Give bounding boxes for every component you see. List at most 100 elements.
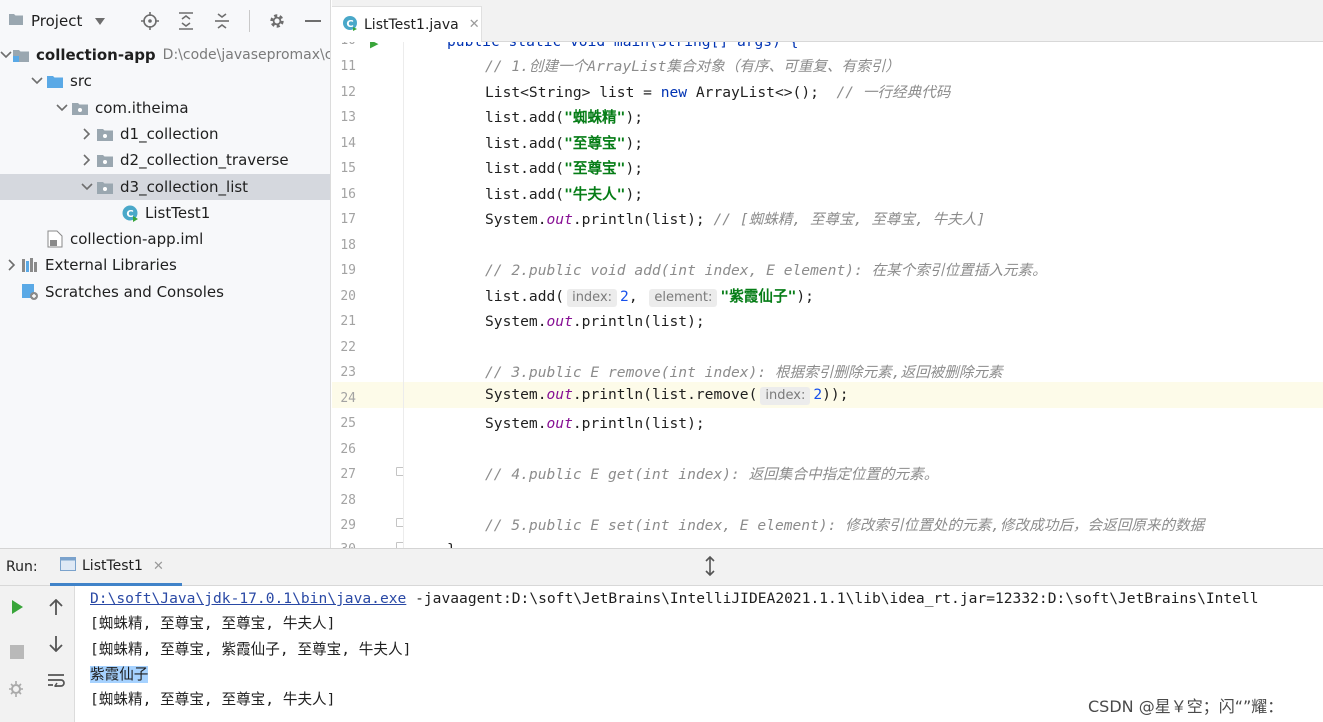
arrow-up-icon[interactable] — [45, 596, 67, 618]
tree-item[interactable]: d2_collection_traverse — [0, 147, 330, 173]
expand-all-icon[interactable] — [175, 10, 197, 32]
tree-item-label: ListTest1 — [145, 203, 211, 222]
tree-item-label: d2_collection_traverse — [120, 151, 289, 170]
java-class-icon: C — [121, 204, 139, 222]
tree-item[interactable]: collection-app D:\code\javasepromax\c — [0, 42, 330, 68]
line-number: 20 — [340, 288, 356, 304]
tree-item-label: collection-app.iml — [70, 230, 204, 249]
line-number: 30 — [332, 537, 356, 548]
tree-arrow-spacer — [3, 283, 21, 301]
code-line-20: list.add(index: 2, element: "紫霞仙子"); — [485, 287, 814, 307]
code-editor[interactable]: public static void main(String[] args) {… — [404, 42, 1323, 548]
line-number: 11 — [340, 59, 356, 74]
chevron-down-icon[interactable] — [0, 46, 12, 64]
parameter-hint: index: — [760, 387, 811, 405]
scratches-icon — [21, 283, 39, 301]
tree-item[interactable]: External Libraries — [0, 252, 330, 278]
tree-item[interactable]: d1_collection — [0, 121, 330, 147]
tree-item[interactable]: collection-app.iml — [0, 226, 330, 252]
line-number: 17 — [340, 212, 356, 227]
code-line-24: System.out.println(list.remove(index: 2))… — [404, 382, 1323, 408]
console-output-line: [蜘蛛精, 至尊宝, 紫霞仙子, 至尊宝, 牛夫人] — [90, 641, 412, 658]
console-command-line: D:\soft\Java\jdk-17.0.1\bin\java.exe -ja… — [90, 590, 1259, 607]
tree-item[interactable]: Scratches and Consoles — [0, 279, 330, 305]
fold-marker-icon[interactable] — [396, 467, 403, 476]
line-number: 27 — [340, 467, 356, 482]
run-toolbar — [0, 586, 75, 722]
chevron-down-icon[interactable] — [28, 72, 46, 90]
code-line-30: } — [404, 537, 1323, 548]
close-icon[interactable]: ✕ — [469, 17, 480, 32]
rerun-icon[interactable] — [6, 596, 28, 618]
jdk-path-link[interactable]: D:\soft\Java\jdk-17.0.1\bin\java.exe — [90, 590, 406, 607]
chevron-down-icon — [95, 12, 106, 30]
code-line-13: list.add("蜘蛛精"); — [485, 109, 644, 126]
hide-panel-icon[interactable] — [302, 10, 324, 32]
line-number: 18 — [340, 237, 356, 253]
tree-item-label: src — [70, 72, 92, 91]
toolbar-divider — [249, 10, 250, 32]
tree-item[interactable]: C ListTest1 — [0, 200, 330, 226]
folder-icon — [8, 12, 24, 30]
watermark: CSDN @星￥空；闪“”耀： — [1088, 697, 1284, 716]
svg-text:C: C — [346, 19, 353, 30]
arrow-down-icon[interactable] — [45, 633, 67, 655]
code-line-27: // 4.public E get(int index): 返回集合中指定位置的… — [485, 466, 939, 483]
line-number: 14 — [340, 135, 356, 151]
run-gutter-icon[interactable]: ▶ — [370, 42, 378, 50]
java-class-icon: C — [342, 15, 358, 35]
source-folder-icon — [46, 72, 64, 90]
package-icon — [71, 99, 89, 117]
close-icon[interactable]: ✕ — [153, 559, 164, 574]
project-panel-title: Project — [31, 12, 83, 30]
project-view-selector[interactable]: Project — [8, 12, 106, 30]
chevron-down-icon[interactable] — [53, 99, 71, 117]
tree-item-label: External Libraries — [45, 256, 177, 275]
code-line-21: System.out.println(list); — [485, 313, 705, 330]
line-number: 29 — [340, 518, 356, 533]
tree-item-label: d3_collection_list — [120, 177, 249, 196]
stop-icon[interactable] — [6, 641, 28, 663]
tree-item[interactable]: src — [0, 68, 330, 94]
debug-settings-icon[interactable] — [6, 678, 28, 700]
code-line-25: System.out.println(list); — [485, 415, 705, 432]
tree-item-label: Scratches and Consoles — [45, 282, 224, 301]
iml-file-icon — [46, 230, 64, 248]
code-line-12: List<String> list = new ArrayList<>(); /… — [485, 83, 951, 101]
run-tab-listtest1[interactable]: ListTest1 ✕ — [50, 549, 182, 586]
editor-tab-bar: C ListTest1.java ✕ — [332, 0, 1323, 42]
soft-wrap-icon[interactable] — [45, 669, 67, 691]
tree-item-path: D:\code\javasepromax\c — [162, 47, 330, 63]
resize-handle-icon[interactable] — [703, 555, 717, 581]
collapse-all-icon[interactable] — [211, 10, 233, 32]
line-number: 21 — [340, 314, 356, 329]
line-number: 24 — [340, 390, 356, 406]
code-line-17: System.out.println(list); // [蜘蛛精, 至尊宝, … — [485, 211, 986, 228]
tree-item-label: com.itheima — [95, 98, 189, 117]
tree-arrow-spacer — [28, 230, 46, 248]
libraries-icon — [21, 256, 39, 274]
chevron-right-icon[interactable] — [3, 256, 21, 274]
parameter-hint: index: — [567, 288, 618, 307]
code-line-11: // 1.创建一个ArrayList集合对象（有序、可重复、有索引） — [485, 58, 900, 75]
tree-item[interactable]: d3_collection_list — [0, 173, 330, 200]
project-panel: Project collection-app D:\code\javasepro… — [0, 0, 331, 548]
code-line-10: public static void main(String[] args) { — [404, 42, 1323, 55]
line-number: 23 — [340, 365, 356, 380]
line-number: 10 — [332, 42, 356, 54]
console-output-line: [蜘蛛精, 至尊宝, 至尊宝, 牛夫人] — [90, 691, 336, 708]
line-number: 19 — [340, 263, 356, 278]
project-panel-header: Project — [0, 0, 330, 42]
chevron-down-icon[interactable] — [78, 178, 96, 196]
console-output-line-selected: 紫霞仙子 — [90, 662, 149, 688]
gear-icon[interactable] — [266, 10, 288, 32]
fold-marker-icon[interactable] — [396, 518, 403, 527]
chevron-right-icon[interactable] — [78, 125, 96, 143]
tree-item[interactable]: com.itheima — [0, 95, 330, 121]
locate-target-icon[interactable] — [139, 10, 161, 32]
editor-tab-listtest1[interactable]: C ListTest1.java ✕ — [332, 6, 482, 42]
chevron-right-icon[interactable] — [78, 151, 96, 169]
code-line-16: list.add("牛夫人"); — [485, 185, 644, 203]
run-tab-label: ListTest1 — [82, 558, 143, 574]
line-number: 16 — [340, 186, 356, 202]
